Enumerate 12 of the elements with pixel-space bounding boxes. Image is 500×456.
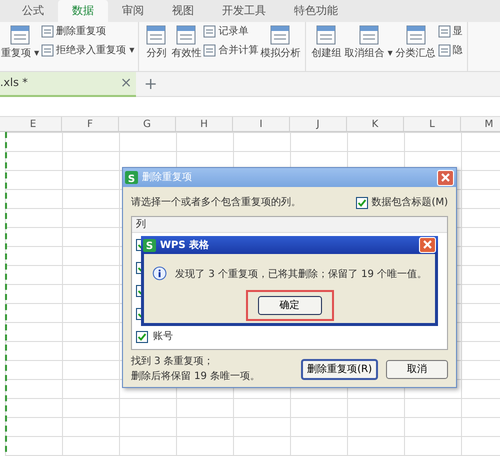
checkbox-label: 账号 <box>153 330 173 344</box>
summary-text: 删除后将保留 19 条唯一项。 <box>131 370 260 384</box>
message-title: WPS 表格 <box>160 238 210 252</box>
dialog-title: 删除重复项 <box>142 170 192 185</box>
file-name: .xls * <box>0 74 28 91</box>
summary-text: 找到 3 条重复项； <box>131 354 215 369</box>
app-logo: S <box>143 238 156 252</box>
prompt-text: 请选择一个或者多个包含重复项的列。 <box>131 196 301 210</box>
checkbox-label: 数据包含标题(M) <box>372 196 448 210</box>
message-text: 发现了 3 个重复项，已将其删除；保留了 19 个唯一值。 <box>175 268 427 282</box>
app-logo: S <box>125 171 138 184</box>
list-header: 列 <box>132 217 447 233</box>
